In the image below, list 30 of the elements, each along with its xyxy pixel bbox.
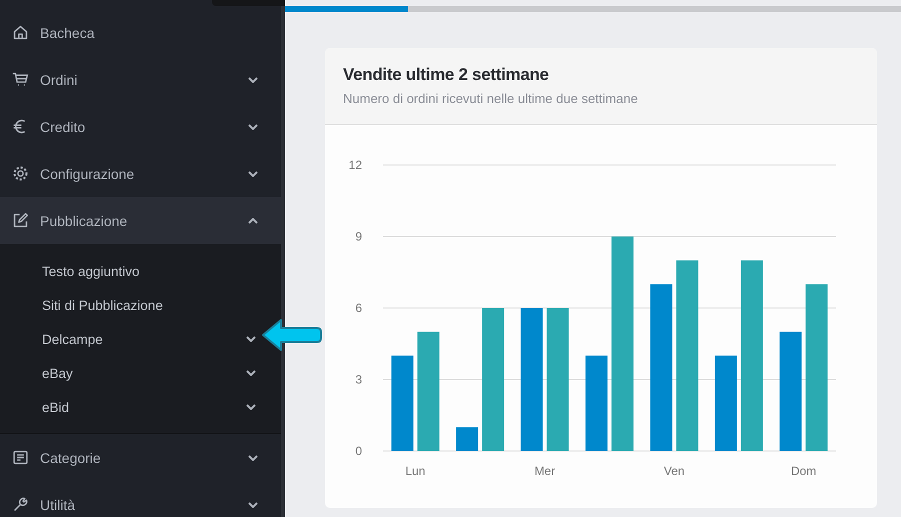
callout-arrow [261,318,323,352]
y-tick-label: 9 [355,230,362,244]
x-tick-label: Dom [790,464,816,478]
document-icon [12,449,29,466]
y-tick-label: 6 [355,301,362,315]
submenu-item[interactable]: Delcampe [0,322,259,356]
wrench-icon [12,496,29,513]
cart-icon [12,71,29,88]
y-tick-label: 0 [355,444,362,458]
sidebar-item[interactable]: Ordini [0,56,281,103]
x-tick-label: Lun [405,464,426,478]
submenu-item[interactable]: Testo aggiuntivo [0,254,259,288]
x-tick-label: Mer [534,464,556,478]
edit-icon [12,212,29,229]
submenu-item[interactable]: eBay [0,356,259,390]
y-tick-label: 12 [348,158,362,172]
house-icon [12,24,29,41]
sidebar-item[interactable]: Credito [0,103,281,150]
x-tick-label: Ven [664,464,685,478]
submenu-item[interactable]: eBid [0,390,259,424]
sidebar-item[interactable]: Utilità [0,481,281,517]
y-tick-label: 3 [355,372,362,386]
sidebar-item[interactable]: Configurazione [0,150,281,197]
card-subtitle: Numero di ordini ricevuti nelle ultime due settimane [343,91,639,106]
card-title: Vendite ultime 2 settimane [343,65,550,85]
sidebar-item[interactable]: Categorie [0,434,281,481]
sidebar-item[interactable]: Pubblicazione [0,197,281,244]
submenu-item[interactable]: Siti di Pubblicazione [0,288,259,322]
gear-icon [12,165,29,182]
sidebar-item[interactable]: Bacheca [0,9,281,56]
